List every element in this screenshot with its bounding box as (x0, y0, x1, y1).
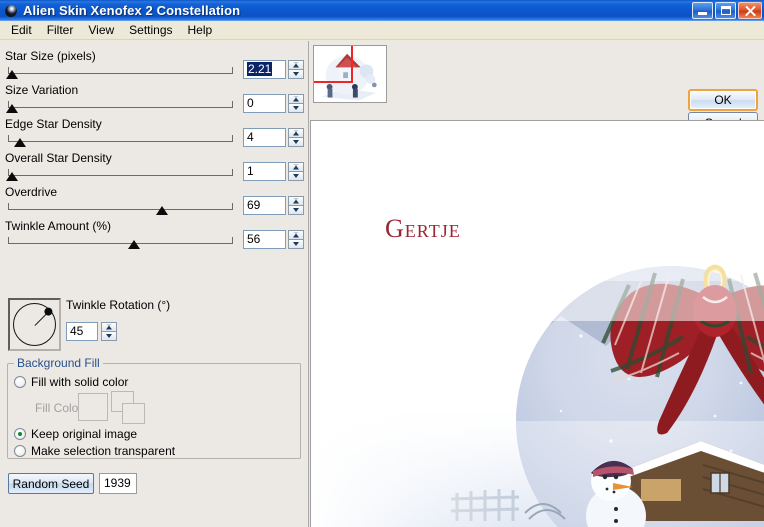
slider-label-overdrive: Overdrive (5, 185, 58, 199)
spinner-up-overall-star-density[interactable] (288, 162, 304, 171)
slider-thumb-twinkle-amount[interactable] (128, 240, 140, 249)
spinner-up-edge-star-density[interactable] (288, 128, 304, 137)
maximize-button[interactable] (715, 2, 736, 19)
value-input-edge-star-density[interactable]: 4 (243, 128, 286, 147)
slider-thumb-overdrive[interactable] (156, 206, 168, 215)
value-input-overdrive[interactable]: 69 (243, 196, 286, 215)
slider-track-edge-star-density[interactable] (8, 135, 233, 142)
spinner-size-variation[interactable] (288, 94, 304, 113)
spinner-down-overall-star-density[interactable] (288, 171, 304, 181)
spinner-edge-star-density[interactable] (288, 128, 304, 147)
fill-color-label: Fill Color (35, 401, 83, 415)
radio-keep-original-image[interactable]: Keep original image (14, 427, 137, 441)
controls-panel: Star Size (pixels) 2.21 Size Variation 0… (0, 41, 309, 527)
spinner-up-overdrive[interactable] (288, 196, 304, 205)
ok-button[interactable]: OK (688, 89, 758, 111)
radio-icon-fill-solid[interactable] (14, 376, 26, 388)
value-input-size-variation[interactable]: 0 (243, 94, 286, 113)
slider-thumb-star-size[interactable] (6, 70, 18, 79)
spinner-down-twinkle-amount[interactable] (288, 239, 304, 249)
dial-knob-handle[interactable] (43, 307, 52, 316)
value-input-overall-star-density[interactable]: 1 (243, 162, 286, 181)
slider-label-star-size: Star Size (pixels) (5, 49, 96, 63)
spinner-overall-star-density[interactable] (288, 162, 304, 181)
spinner-up-twinkle-amount[interactable] (288, 230, 304, 239)
fill-color-swatch-secondary-front[interactable] (122, 403, 145, 424)
slider-label-twinkle-amount: Twinkle Amount (%) (5, 219, 112, 233)
slider-track-size-variation[interactable] (8, 101, 233, 108)
slider-label-edge-star-density: Edge Star Density (5, 117, 102, 131)
preview-canvas[interactable]: Gertje (310, 120, 764, 527)
slider-thumb-edge-star-density[interactable] (14, 138, 26, 147)
close-button[interactable] (738, 2, 762, 19)
menu-item-view[interactable]: View (81, 22, 121, 38)
spinner-down-overdrive[interactable] (288, 205, 304, 215)
slider-track-overall-star-density[interactable] (8, 169, 233, 176)
navigator-selection-rect[interactable] (314, 46, 353, 83)
slider-track-overdrive[interactable] (8, 203, 233, 210)
preview-toolbar-area: OK Cancel (310, 41, 764, 158)
spinner-down-star-size[interactable] (288, 69, 304, 79)
slider-label-size-variation: Size Variation (5, 83, 79, 97)
spinner-overdrive[interactable] (288, 196, 304, 215)
slider-label-overall-star-density: Overall Star Density (5, 151, 112, 165)
minimize-button[interactable] (692, 2, 713, 19)
window-title: Alien Skin Xenofex 2 Constellation (23, 3, 241, 18)
dial-circle-icon (13, 303, 56, 346)
alien-skin-logo-icon (3, 2, 19, 19)
spinner-up-twinkle-rotation[interactable] (101, 322, 117, 331)
menu-bar: Edit Filter View Settings Help (0, 21, 764, 40)
xenofex-constellation-window: Alien Skin Xenofex 2 Constellation Edit … (0, 0, 764, 527)
spinner-up-size-variation[interactable] (288, 94, 304, 103)
title-bar: Alien Skin Xenofex 2 Constellation (0, 0, 764, 21)
twinkle-rotation-label: Twinkle Rotation (°) (66, 298, 171, 312)
radio-make-selection-transparent[interactable]: Make selection transparent (14, 444, 175, 458)
twinkle-rotation-input[interactable]: 45 (66, 322, 98, 341)
random-seed-button[interactable]: Random Seed (8, 473, 94, 494)
random-seed-value[interactable]: 1939 (99, 473, 137, 494)
spinner-twinkle-amount[interactable] (288, 230, 304, 249)
value-input-star-size[interactable]: 2.21 (243, 60, 286, 79)
slider-track-twinkle-amount[interactable] (8, 237, 233, 244)
twinkle-rotation-dial[interactable] (8, 298, 61, 351)
spinner-down-edge-star-density[interactable] (288, 137, 304, 147)
spinner-up-star-size[interactable] (288, 60, 304, 69)
spinner-down-twinkle-rotation[interactable] (101, 331, 117, 341)
artwork-title-text: Gertje (385, 214, 461, 243)
navigator-thumbnail[interactable] (313, 45, 387, 103)
background-fill-title: Background Fill (14, 356, 103, 370)
radio-icon-keep-original[interactable] (14, 428, 26, 440)
fill-color-swatch-primary[interactable] (78, 393, 108, 421)
radio-label-make-transparent: Make selection transparent (31, 444, 176, 458)
radio-icon-make-transparent[interactable] (14, 445, 26, 457)
menu-item-help[interactable]: Help (181, 22, 220, 38)
preview-artwork-icon (311, 121, 764, 527)
window-controls (692, 2, 762, 19)
radio-label-fill-solid: Fill with solid color (31, 375, 129, 389)
spinner-down-size-variation[interactable] (288, 103, 304, 113)
spinner-twinkle-rotation[interactable] (101, 322, 117, 341)
slider-thumb-overall-star-density[interactable] (6, 172, 18, 181)
slider-thumb-size-variation[interactable] (6, 104, 18, 113)
slider-track-star-size[interactable] (8, 67, 233, 74)
menu-item-settings[interactable]: Settings (122, 22, 179, 38)
menu-item-filter[interactable]: Filter (40, 22, 81, 38)
value-input-twinkle-amount[interactable]: 56 (243, 230, 286, 249)
radio-fill-with-solid-color[interactable]: Fill with solid color (14, 375, 128, 389)
radio-label-keep-original: Keep original image (31, 427, 138, 441)
menu-item-edit[interactable]: Edit (4, 22, 39, 38)
spinner-star-size[interactable] (288, 60, 304, 79)
